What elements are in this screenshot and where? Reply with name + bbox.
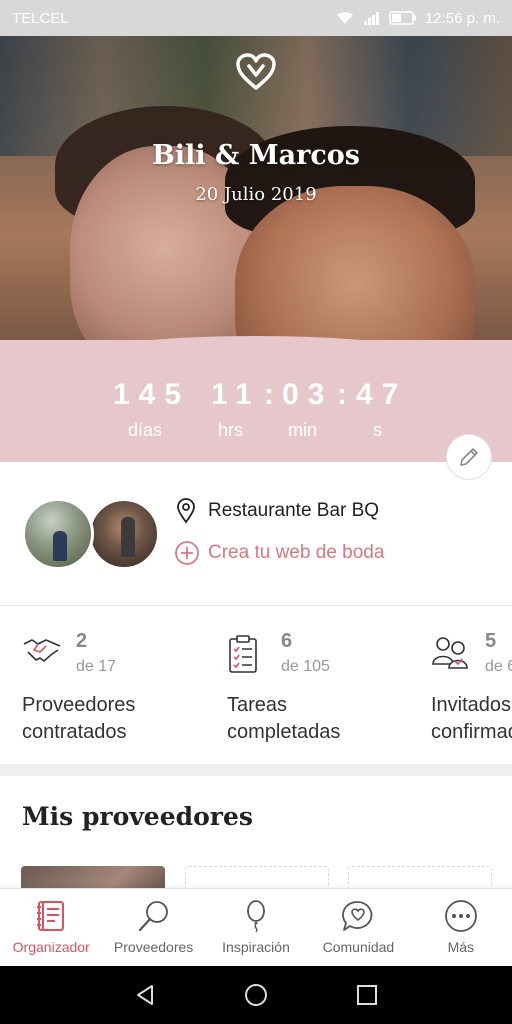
countdown-minutes: 03 [282,378,334,411]
wifi-icon [336,11,353,24]
search-icon [138,901,168,932]
carrier-label: TELCEL [12,9,69,27]
nav-label: Inspiración [222,939,290,955]
clock: 12:56 p. m. [424,9,500,27]
stat-count: 5 [485,630,497,652]
provider-card-placeholder[interactable] [185,866,329,888]
nav-comunidad[interactable]: Comunidad [307,889,409,966]
stat-label: Tareas completadas [227,694,341,743]
nav-label: Proveedores [113,939,194,955]
countdown-minutes-label: min [288,420,318,440]
handshake-icon [23,639,61,662]
section-title: Mis proveedores [22,802,253,831]
stat-total: de 6 [485,658,512,675]
nav-label: Más [447,939,475,955]
providers-section: Mis proveedores [0,776,512,888]
countdown-timer: 145 11 : 03 : 47 días hrs min s [0,378,512,448]
countdown-seconds: 47 [356,378,408,411]
bottom-nav: Organizador Proveedores Inspiración Comu… [0,888,512,966]
countdown-hours: 11 [211,378,261,411]
create-wedding-web-link[interactable]: Crea tu web de boda [174,540,384,566]
nav-proveedores[interactable]: Proveedores [102,889,204,966]
signal-icon [363,12,379,25]
wedding-info-card: Restaurante Bar BQ Crea tu web de boda [0,462,512,606]
countdown-days: 145 [113,378,191,411]
guests-icon [432,637,468,669]
location-pin-icon [177,498,195,524]
home-icon[interactable] [243,982,269,1008]
venue-row[interactable]: Restaurante Bar BQ [176,498,379,524]
countdown-days-label: días [128,420,163,440]
stats-row: 2 de 17 Proveedores contratados 6 de 105 … [0,606,512,764]
create-wedding-web-label: Crea tu web de boda [208,542,385,563]
countdown-separator: : [264,378,274,411]
countdown-hours-label: hrs [218,420,244,440]
planner-icon [37,901,65,931]
stat-count: 2 [76,630,88,652]
pencil-icon [460,448,478,466]
wedding-date: 20 Julio 2019 [195,184,317,205]
stat-label: Proveedores contratados [22,694,136,743]
venue-name: Restaurante Bar BQ [208,500,380,521]
plus-circle-icon [175,541,199,565]
nav-inspiracion[interactable]: Inspiración [205,889,307,966]
section-divider [0,764,512,776]
stat-total: de 105 [281,658,330,675]
system-nav-bar [0,966,512,1024]
heart-logo-icon [236,53,276,90]
balloon-icon [247,900,265,933]
nav-label: Comunidad [322,939,395,955]
back-icon[interactable] [133,983,157,1007]
chat-heart-icon [342,901,373,931]
provider-card[interactable] [21,866,165,888]
nav-mas[interactable]: Más [410,889,512,966]
nav-organizador[interactable]: Organizador [0,889,102,966]
provider-card-placeholder[interactable] [348,866,492,888]
recents-icon[interactable] [355,983,379,1007]
battery-icon [389,11,416,25]
more-icon [444,900,477,932]
status-bar: TELCEL 12:56 p. m. [0,0,512,36]
status-icons: 12:56 p. m. [335,10,500,27]
countdown-separator: : [337,378,347,411]
edit-button[interactable] [446,434,492,480]
avatar[interactable] [22,498,94,570]
countdown-seconds-label: s [373,420,382,440]
stat-count: 6 [281,630,293,652]
nav-label: Organizador [12,939,90,955]
avatar[interactable] [88,498,160,570]
stat-label: Invitadosconfirmados [431,694,512,743]
checklist-icon [229,635,257,673]
couple-names: Bili & Marcos [151,140,361,171]
stat-total: de 17 [76,658,117,675]
